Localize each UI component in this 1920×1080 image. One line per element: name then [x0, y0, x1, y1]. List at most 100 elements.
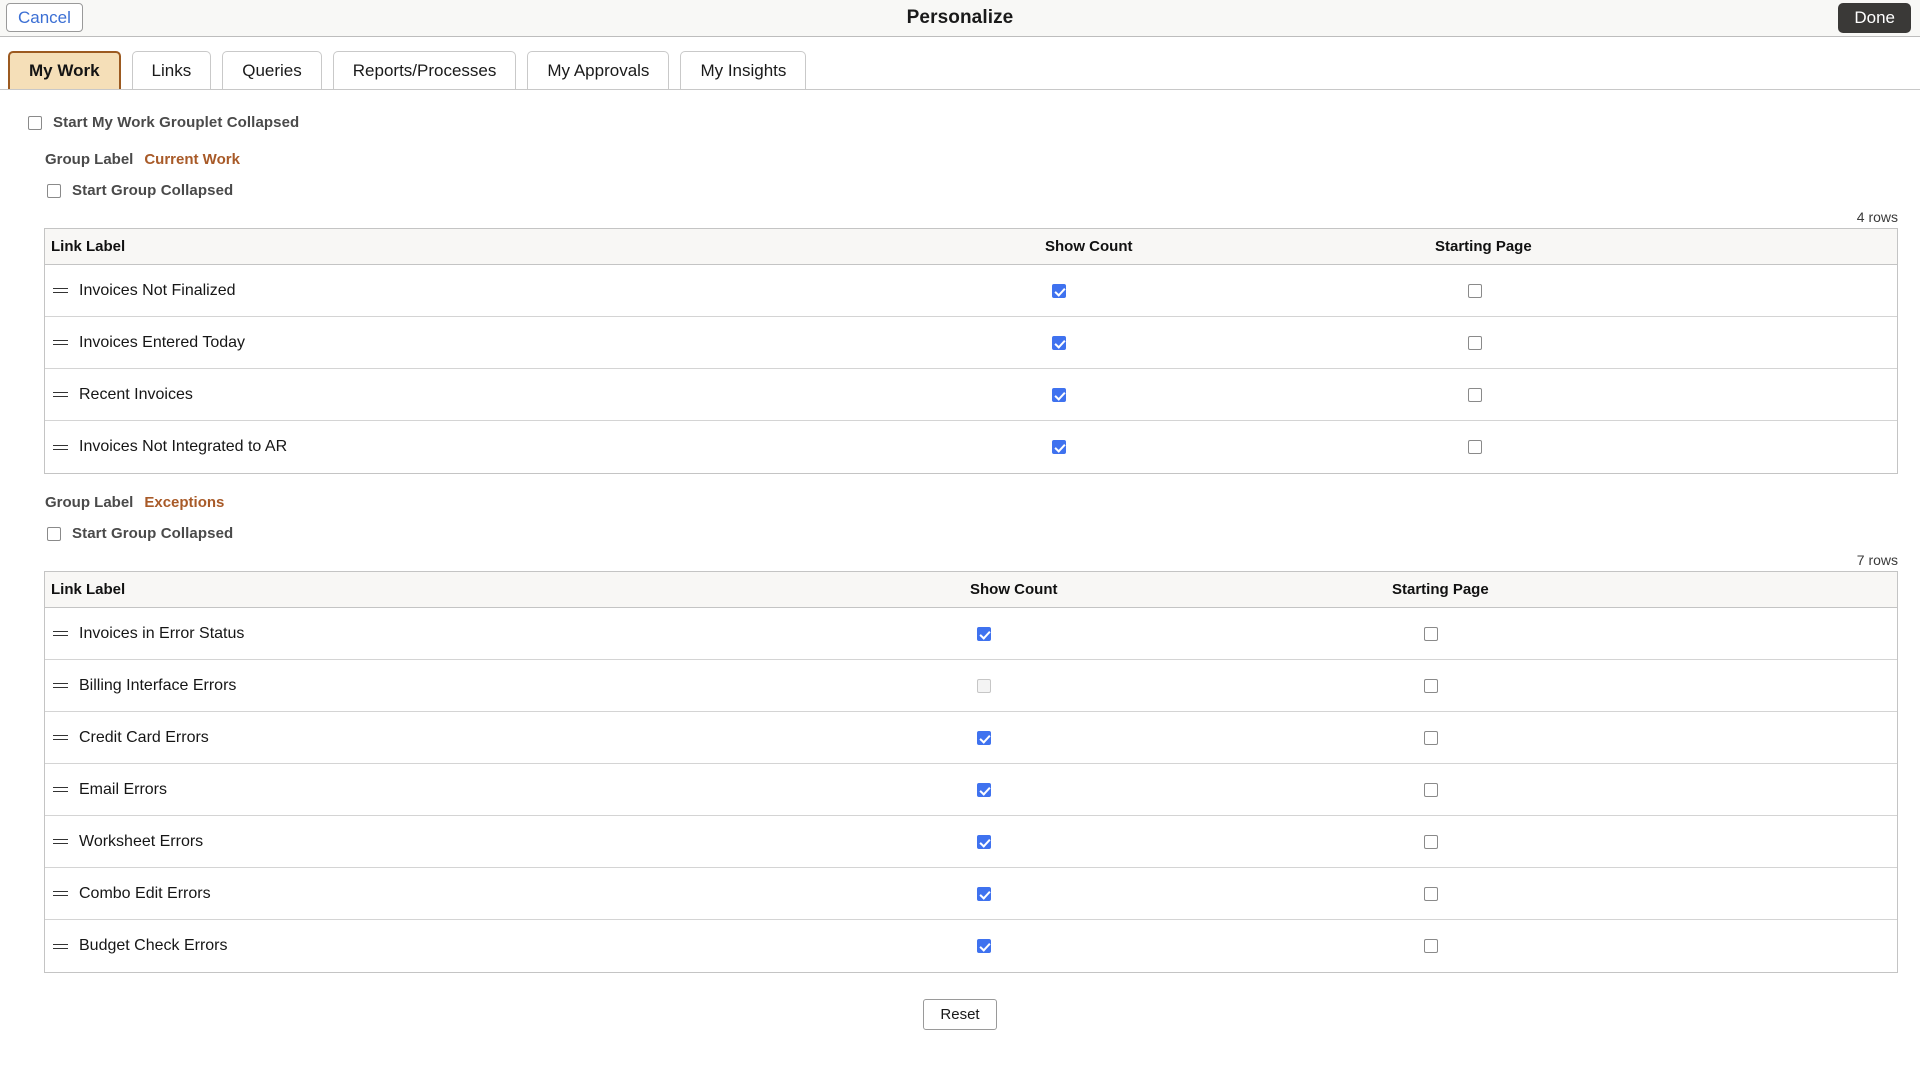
done-button[interactable]: Done: [1838, 3, 1911, 33]
main-content: Start My Work Grouplet Collapsed Group L…: [0, 114, 1920, 1030]
link-grid: Link Label Show Count Starting Page Invoice…: [44, 571, 1898, 973]
reset-button[interactable]: Reset: [923, 999, 997, 1030]
link-label-cell: Recent Invoices: [53, 386, 193, 404]
link-label-text: Invoices Not Finalized: [79, 281, 236, 299]
show-count-cell: [977, 834, 991, 849]
show-count-cell: [977, 678, 991, 693]
show-count-cell: [977, 782, 991, 797]
drag-handle-icon[interactable]: [53, 442, 68, 453]
table-row: Worksheet Errors: [45, 816, 1897, 868]
table-row: Invoices Not Finalized: [45, 265, 1897, 317]
tab-my-work[interactable]: My Work: [8, 51, 121, 89]
link-label-cell: Email Errors: [53, 781, 167, 799]
tab-bar: My Work Links Queries Reports/Processes My A…: [0, 37, 1920, 90]
starting-page-checkbox[interactable]: [1424, 886, 1438, 901]
app-header: Cancel Personalize Done: [0, 0, 1920, 37]
starting-page-cell: [1424, 678, 1438, 693]
link-label-text: Invoices in Error Status: [79, 624, 245, 642]
show-count-checkbox: [977, 678, 991, 693]
show-count-checkbox[interactable]: [977, 626, 991, 641]
show-count-checkbox[interactable]: [977, 886, 991, 901]
drag-handle-icon[interactable]: [53, 628, 68, 639]
cancel-button[interactable]: Cancel: [6, 3, 83, 32]
link-label-cell: Invoices Not Finalized: [53, 282, 236, 300]
starting-page-cell: [1424, 626, 1438, 641]
group-label-value[interactable]: Exceptions: [144, 494, 224, 511]
link-label-text: Worksheet Errors: [79, 832, 204, 850]
group-label-value[interactable]: Current Work: [144, 151, 240, 168]
table-row: Billing Interface Errors: [45, 660, 1897, 712]
column-header-show-count: Show Count: [970, 581, 1058, 598]
drag-handle-icon[interactable]: [53, 285, 68, 296]
group-label-key: Group Label: [45, 494, 134, 511]
starting-page-checkbox[interactable]: [1424, 730, 1438, 745]
column-header-starting-page: Starting Page: [1435, 238, 1532, 255]
tab-my-approvals[interactable]: My Approvals: [527, 51, 670, 89]
starting-page-cell: [1424, 730, 1438, 745]
link-label-text: Email Errors: [79, 780, 168, 798]
show-count-checkbox[interactable]: [977, 834, 991, 849]
tab-queries[interactable]: Queries: [222, 51, 322, 89]
rows-count-label: 7 rows: [1856, 552, 1898, 568]
table-row: Budget Check Errors: [45, 920, 1897, 972]
show-count-checkbox[interactable]: [977, 782, 991, 797]
starting-page-checkbox[interactable]: [1424, 626, 1438, 641]
starting-page-checkbox[interactable]: [1468, 283, 1482, 298]
drag-handle-icon[interactable]: [53, 680, 68, 691]
start-group-collapsed-row: Start Group Collapsed: [47, 525, 1920, 542]
show-count-checkbox[interactable]: [977, 939, 991, 953]
start-group-collapsed-checkbox[interactable]: [47, 183, 61, 198]
show-count-checkbox[interactable]: [1052, 387, 1066, 402]
drag-handle-icon[interactable]: [53, 941, 68, 952]
show-count-checkbox[interactable]: [977, 730, 991, 745]
link-label-text: Budget Check Errors: [79, 937, 228, 954]
page-title: Personalize: [906, 7, 1014, 28]
starting-page-cell: [1468, 440, 1482, 454]
show-count-cell: [1052, 440, 1066, 454]
tab-my-insights[interactable]: My Insights: [680, 51, 807, 89]
link-grid: Link Label Show Count Starting Page Invoice…: [44, 228, 1898, 474]
table-row: Combo Edit Errors: [45, 868, 1897, 920]
starting-page-cell: [1424, 886, 1438, 901]
starting-page-cell: [1424, 834, 1438, 849]
start-group-collapsed-checkbox[interactable]: [47, 526, 61, 541]
starting-page-checkbox[interactable]: [1468, 387, 1482, 402]
show-count-cell: [977, 626, 991, 641]
show-count-cell: [1052, 283, 1066, 298]
starting-page-checkbox[interactable]: [1424, 834, 1438, 849]
table-row: Invoices in Error Status: [45, 608, 1897, 660]
starting-page-checkbox[interactable]: [1468, 440, 1482, 454]
drag-handle-icon[interactable]: [53, 732, 68, 743]
column-header-link-label: Link Label: [51, 581, 126, 598]
link-label-cell: Budget Check Errors: [53, 937, 228, 955]
group-label-row: Group Label Exceptions: [45, 494, 1920, 511]
start-grouplet-collapsed-checkbox[interactable]: [28, 115, 42, 130]
table-row: Invoices Entered Today: [45, 317, 1897, 369]
link-label-cell: Worksheet Errors: [53, 833, 203, 851]
show-count-checkbox[interactable]: [1052, 440, 1066, 454]
table-row: Email Errors: [45, 764, 1897, 816]
drag-handle-icon[interactable]: [53, 888, 68, 899]
tab-reports-processes[interactable]: Reports/Processes: [332, 51, 517, 89]
starting-page-checkbox[interactable]: [1468, 335, 1482, 350]
starting-page-checkbox[interactable]: [1424, 678, 1438, 693]
show-count-checkbox[interactable]: [1052, 283, 1066, 298]
group-label-row: Group Label Current Work: [45, 151, 1920, 168]
show-count-checkbox[interactable]: [1052, 335, 1066, 350]
drag-handle-icon[interactable]: [53, 836, 68, 847]
drag-handle-icon[interactable]: [53, 389, 68, 400]
starting-page-checkbox[interactable]: [1424, 782, 1438, 797]
grouplet-collapsed-row: Start My Work Grouplet Collapsed: [28, 114, 1920, 131]
starting-page-cell: [1468, 283, 1482, 298]
link-label-text: Invoices Not Integrated to AR: [79, 438, 288, 455]
show-count-cell: [977, 939, 991, 953]
drag-handle-icon[interactable]: [53, 784, 68, 795]
drag-handle-icon[interactable]: [53, 337, 68, 348]
starting-page-cell: [1424, 782, 1438, 797]
start-group-collapsed-label: Start Group Collapsed: [72, 525, 234, 542]
groups-container: Group Label Current Work Start Group Colla…: [0, 151, 1920, 973]
starting-page-checkbox[interactable]: [1424, 939, 1438, 953]
table-row: Invoices Not Integrated to AR: [45, 421, 1897, 473]
tab-links[interactable]: Links: [131, 51, 212, 89]
column-header-link-label: Link Label: [51, 238, 126, 255]
